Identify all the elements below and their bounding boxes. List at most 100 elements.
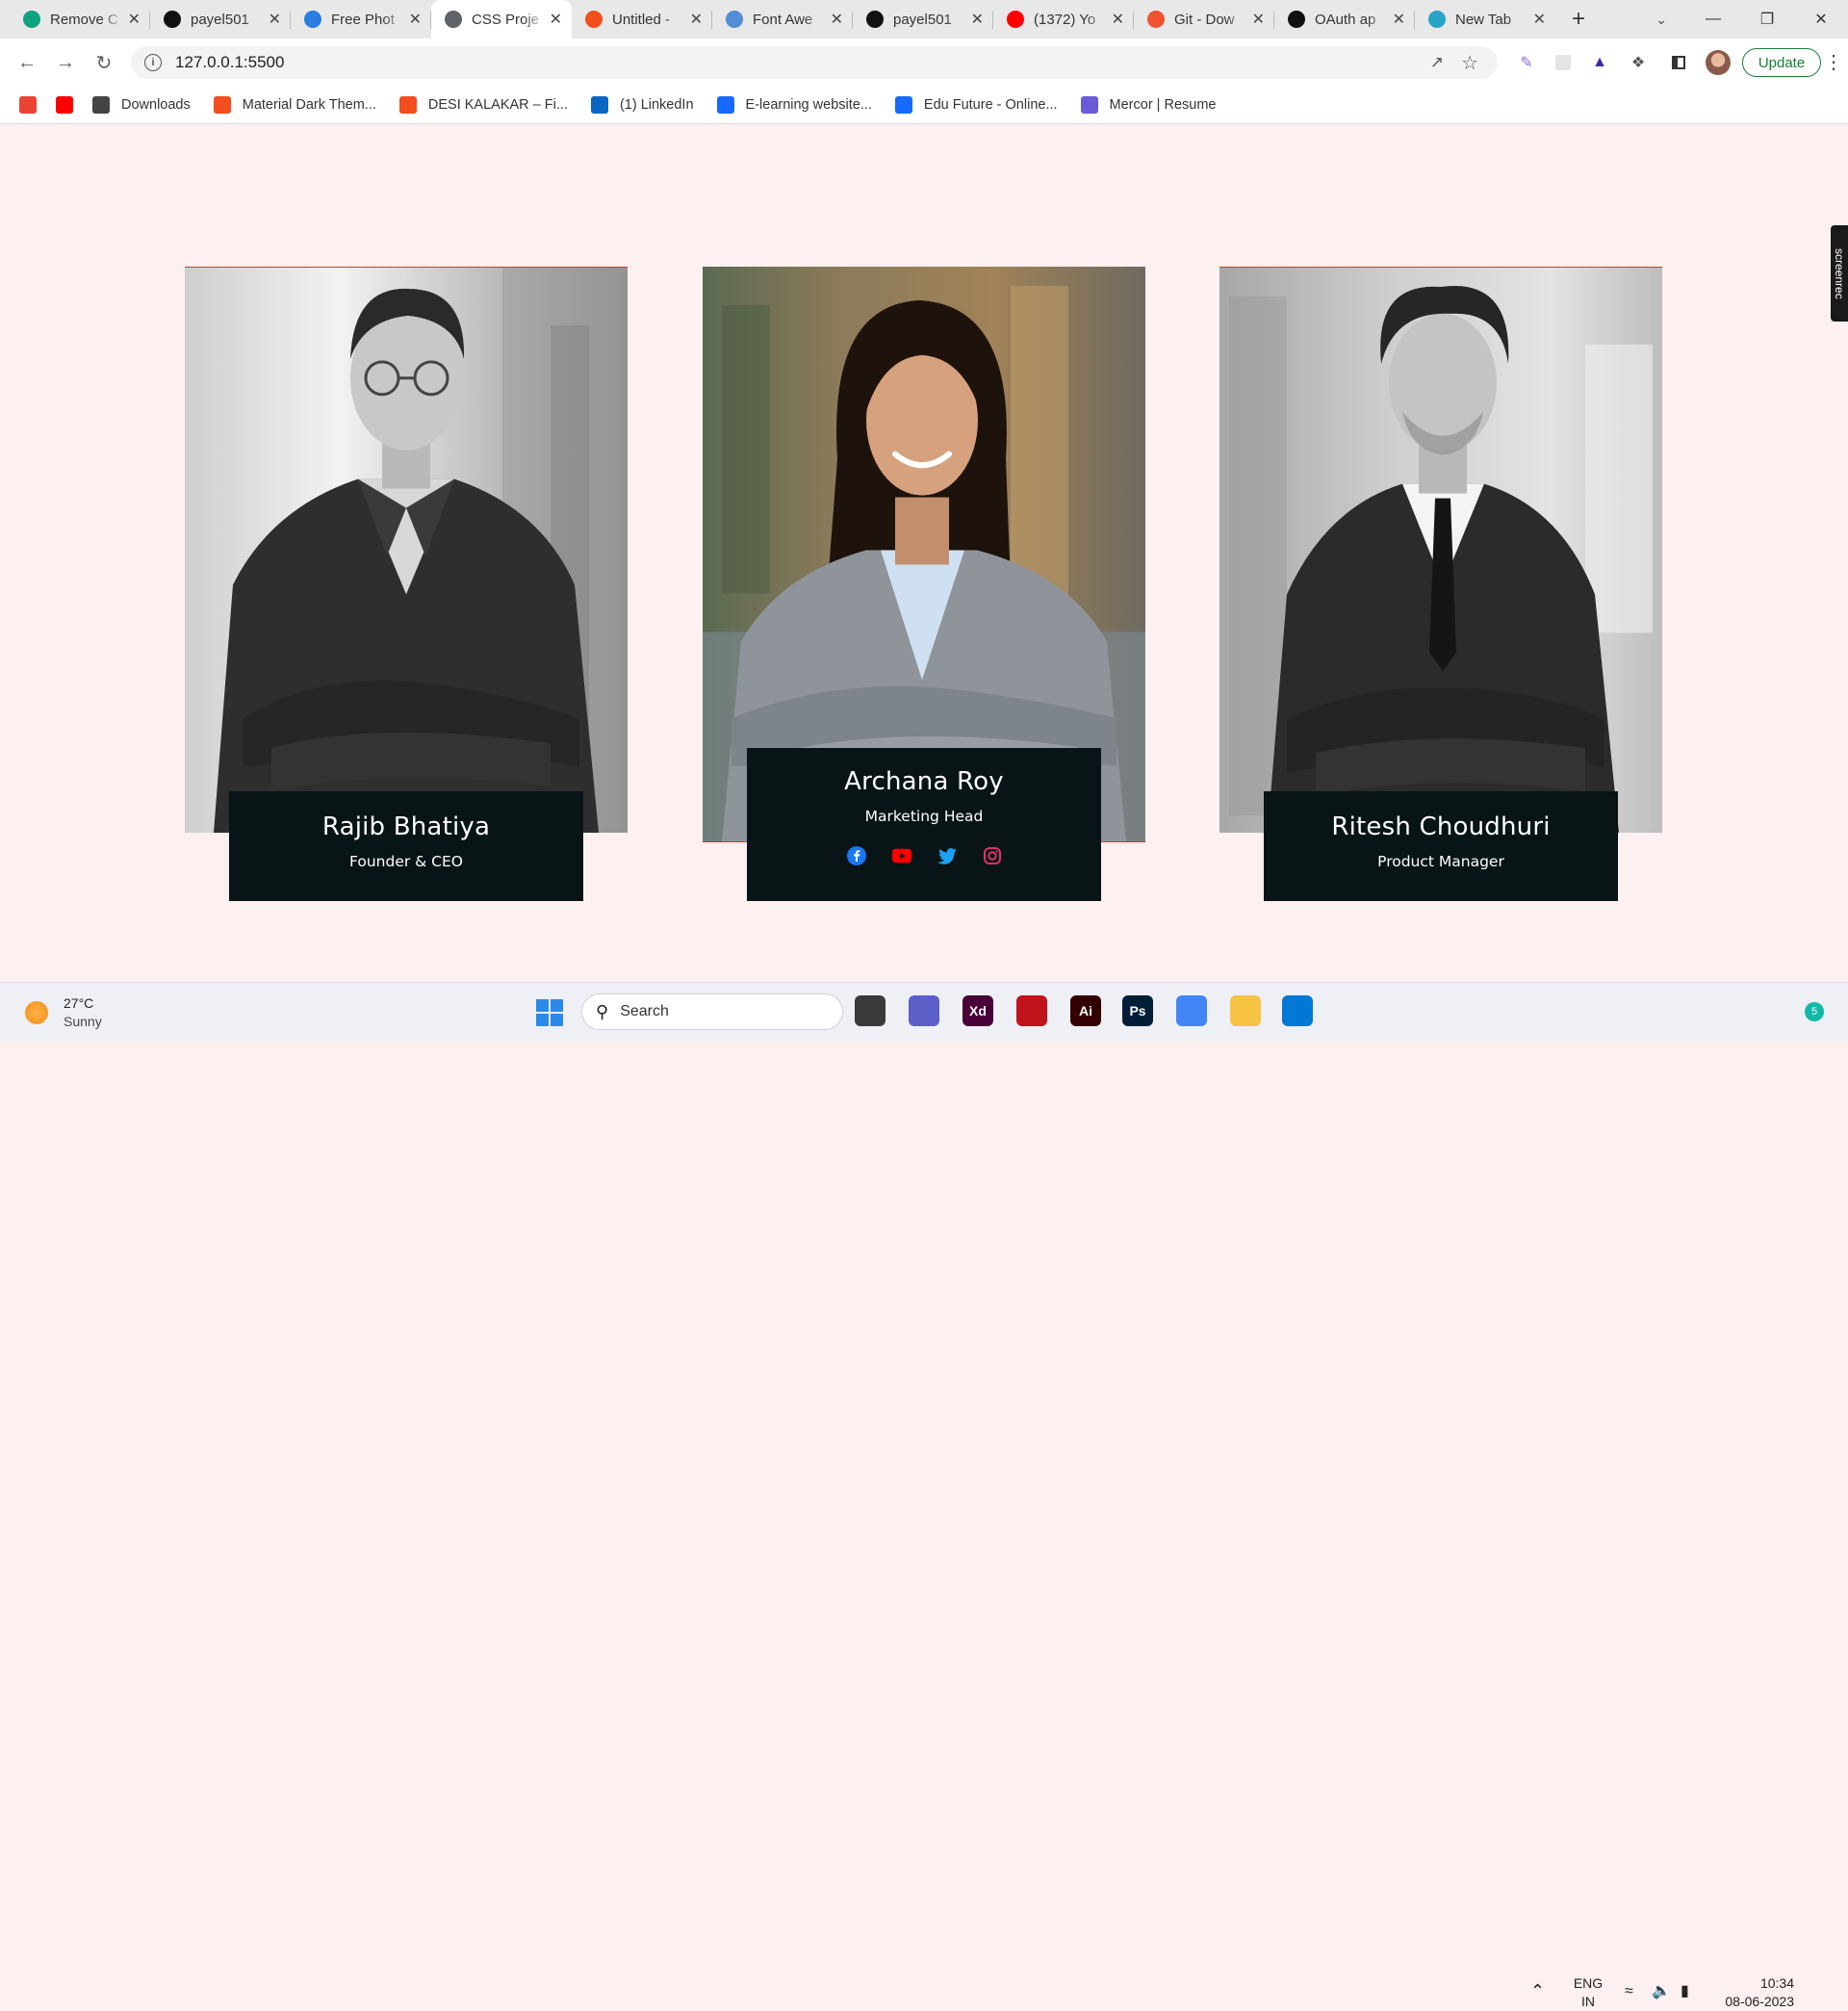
browser-tab[interactable]: Free Phot ✕ — [291, 0, 431, 39]
twitter-icon[interactable] — [937, 846, 957, 865]
browser-tab[interactable]: payel501 ✕ — [150, 0, 291, 39]
close-tab-icon[interactable]: ✕ — [1252, 10, 1265, 29]
bookmark-star-icon[interactable]: ☆ — [1461, 51, 1478, 75]
behance-icon — [716, 96, 734, 114]
bookmark-label: Material Dark Them... — [242, 97, 376, 113]
blank-extension-icon[interactable] — [1553, 53, 1573, 72]
update-button[interactable]: Update — [1742, 48, 1821, 77]
bookmark-item[interactable] — [56, 96, 85, 114]
tab-search-chevron-icon[interactable]: ⌄ — [1642, 0, 1681, 39]
speaker-icon[interactable]: 🔈 — [1652, 1982, 1671, 2000]
task-view-icon[interactable] — [855, 995, 886, 1026]
photoshop-icon[interactable]: Ps — [1122, 995, 1153, 1026]
bookmark-item[interactable]: Edu Future - Online... — [894, 96, 1058, 114]
side-panel-icon[interactable] — [1669, 53, 1688, 72]
github-icon — [1288, 11, 1305, 28]
bookmark-item[interactable]: Downloads — [92, 96, 191, 114]
file-explorer-icon[interactable] — [1230, 995, 1261, 1026]
extensions-puzzle-icon[interactable]: ❖ — [1629, 53, 1648, 72]
name-plate: Archana Roy Marketing Head — [747, 748, 1101, 901]
forward-arrow-icon[interactable]: → — [54, 51, 77, 74]
close-tab-icon[interactable]: ✕ — [971, 10, 984, 29]
bookmark-item[interactable] — [19, 96, 48, 114]
taskbar-search[interactable]: ⚲ Search — [581, 993, 843, 1030]
man-suit-portrait-image — [1219, 268, 1662, 833]
browser-tab[interactable]: Remove C ✕ — [10, 0, 150, 39]
close-tab-icon[interactable]: ✕ — [1533, 10, 1546, 29]
pen-extension-icon[interactable]: ✎ — [1517, 53, 1536, 72]
red-app-icon[interactable] — [1016, 995, 1047, 1026]
browser-tab[interactable]: (1372) Yo ✕ — [993, 0, 1134, 39]
battery-icon[interactable]: ▮ — [1681, 1982, 1689, 2000]
close-tab-icon[interactable]: ✕ — [269, 10, 281, 29]
clock-time: 10:34 — [1759, 1975, 1794, 1991]
show-hidden-icons-chevron-icon[interactable]: ⌃ — [1530, 1982, 1545, 2000]
language-code: ENG — [1573, 1975, 1604, 1991]
instagram-icon[interactable] — [983, 846, 1002, 865]
windows-taskbar: 27°C Sunny ⚲ Search Xd Ai Ps ⌃ ENG IN ≈ 🔈 … — [0, 982, 1848, 2009]
tab-title: Font Awe — [753, 11, 813, 28]
member-name: Archana Roy — [844, 767, 1004, 796]
wifi-icon[interactable]: ≈ — [1625, 1982, 1633, 2000]
globe-icon — [445, 11, 462, 28]
browser-tab[interactable]: Font Awe ✕ — [712, 0, 853, 39]
new-tab-button[interactable]: + — [1559, 0, 1598, 39]
bookmark-item[interactable]: E-learning website... — [716, 96, 872, 114]
figma-icon — [213, 96, 231, 114]
profile-avatar[interactable] — [1706, 50, 1731, 75]
member-name: Rajib Bhatiya — [321, 812, 491, 841]
reload-icon[interactable]: ↻ — [92, 51, 116, 74]
teams-chat-icon[interactable] — [909, 995, 939, 1026]
screenrec-widget[interactable]: screenrec — [1831, 225, 1848, 322]
chrome-icon[interactable] — [1176, 995, 1207, 1026]
browser-tab-strip: Remove C ✕ payel501 ✕ Free Phot ✕ CSS Proje ✕ Un… — [0, 0, 1848, 39]
graduation-cap-extension-icon[interactable]: ▲ — [1590, 53, 1609, 72]
github-icon — [866, 11, 884, 28]
close-tab-icon[interactable]: ✕ — [831, 10, 843, 29]
youtube-icon[interactable] — [891, 846, 911, 865]
bookmark-item[interactable]: Mercor | Resume — [1080, 96, 1217, 114]
menu-kebab-icon[interactable]: ⋮ — [1824, 50, 1843, 74]
member-role: Product Manager — [1377, 853, 1504, 870]
minimize-button[interactable]: — — [1686, 0, 1740, 39]
behance-icon — [894, 96, 912, 114]
bookmark-item[interactable]: (1) LinkedIn — [590, 96, 694, 114]
share-icon[interactable]: ↗ — [1430, 53, 1444, 72]
gmail-icon — [19, 96, 37, 114]
browser-tab[interactable]: Untitled - ✕ — [572, 0, 712, 39]
back-arrow-icon[interactable]: ← — [15, 51, 38, 74]
close-tab-icon[interactable]: ✕ — [128, 10, 141, 29]
close-tab-icon[interactable]: ✕ — [550, 10, 562, 29]
browser-tab[interactable]: CSS Proje ✕ — [431, 0, 572, 39]
facebook-icon[interactable] — [846, 846, 866, 865]
tab-title: payel501 — [893, 11, 952, 28]
browser-tab[interactable]: payel501 ✕ — [853, 0, 993, 39]
clock[interactable]: 10:34 08-06-2023 — [1715, 1974, 1794, 2011]
git-icon — [1147, 11, 1165, 28]
adobe-xd-icon[interactable]: Xd — [962, 995, 993, 1026]
site-info-icon[interactable]: i — [144, 54, 162, 71]
browser-tab[interactable]: Git - Dow ✕ — [1134, 0, 1274, 39]
bookmark-item[interactable]: DESI KALAKAR – Fi... — [398, 96, 568, 114]
close-window-button[interactable]: ✕ — [1794, 0, 1848, 39]
bookmark-label: DESI KALAKAR – Fi... — [427, 97, 568, 113]
illustrator-icon[interactable]: Ai — [1070, 995, 1101, 1026]
language-indicator[interactable]: ENG IN — [1571, 1974, 1605, 2011]
notification-badge[interactable]: 5 — [1805, 1002, 1824, 1021]
team-card-archana: Archana Roy Marketing Head — [703, 267, 1145, 901]
address-url[interactable]: 127.0.0.1:5500 — [175, 53, 284, 72]
close-tab-icon[interactable]: ✕ — [1112, 10, 1124, 29]
weather-widget[interactable]: 27°C Sunny — [25, 994, 102, 1031]
browser-tab[interactable]: New Tab ✕ — [1415, 0, 1555, 39]
bookmark-label: Mercor | Resume — [1109, 97, 1217, 113]
browser-tab[interactable]: OAuth ap ✕ — [1274, 0, 1415, 39]
tab-title: Untitled - — [612, 11, 671, 28]
bookmark-item[interactable]: Material Dark Them... — [213, 96, 376, 114]
windows-start-icon[interactable] — [535, 998, 564, 1027]
address-bar[interactable]: i 127.0.0.1:5500 ↗ ☆ — [131, 46, 1498, 79]
vscode-icon[interactable] — [1282, 995, 1313, 1026]
close-tab-icon[interactable]: ✕ — [409, 10, 422, 29]
close-tab-icon[interactable]: ✕ — [1393, 10, 1405, 29]
close-tab-icon[interactable]: ✕ — [690, 10, 703, 29]
restore-button[interactable]: ❐ — [1740, 0, 1794, 39]
